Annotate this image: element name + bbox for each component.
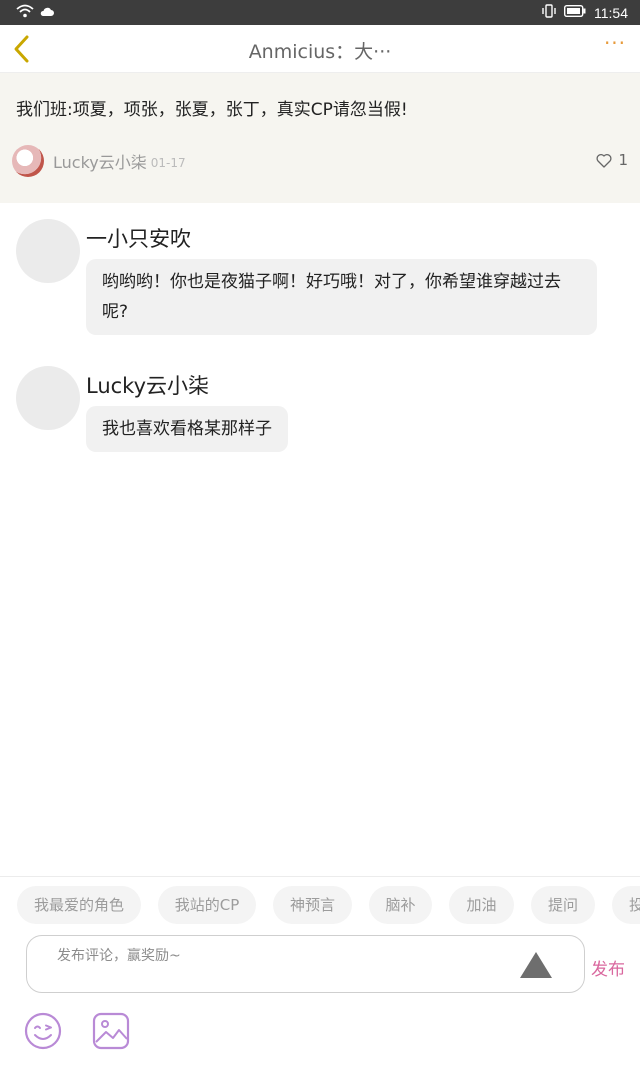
comment-author[interactable]: Lucky云小柒 [86,370,209,400]
comment-avatar[interactable] [16,219,80,283]
back-button[interactable] [8,34,38,64]
send-button[interactable]: 发布 [591,955,625,980]
tag-chip[interactable]: 提问 [531,886,595,924]
comment-item: Lucky云小柒 我也喜欢看格某那样子 [16,366,616,466]
comment-avatar[interactable] [16,366,80,430]
wifi-icon [16,4,34,22]
status-time: 11:54 [594,5,628,21]
avatar[interactable] [12,145,44,177]
cloud-icon [40,5,54,21]
vibrate-icon [542,4,556,22]
image-icon [92,1012,130,1050]
comment-bubble[interactable]: 我也喜欢看格某那样子 [86,406,288,452]
tag-chip[interactable]: 我站的CP [158,886,256,924]
post-date: 01-17 [150,155,186,170]
comment-input-box [26,935,585,993]
battery-icon [563,4,586,21]
comment-input[interactable] [57,944,527,968]
tag-chip[interactable]: 神预言 [273,886,352,924]
tag-chip[interactable]: 投 [612,886,640,924]
more-button[interactable]: ··· [600,33,630,63]
heart-icon [596,153,612,168]
tag-chip[interactable]: 加油 [449,886,514,924]
like-button[interactable]: 1 [596,151,628,169]
emoji-button[interactable] [24,1012,62,1050]
page-title: Anmicius：大··· [248,41,392,63]
tag-chip[interactable]: 我最爱的角色 [17,886,141,924]
quick-tags: 我最爱的角色 我站的CP 神预言 脑补 加油 提问 投 [0,876,640,934]
post-author[interactable]: Lucky云小柒 01-17 [12,145,186,177]
comment-author[interactable]: 一小只安吹 [86,223,191,253]
tag-chip[interactable]: 脑补 [369,886,432,924]
nav-bar: Anmicius：大··· ··· [0,25,640,73]
status-bar: 11:54 [0,0,640,25]
comment-bubble[interactable]: 哟哟哟！你也是夜猫子啊！好巧哦！对了，你希望谁穿越过去呢? [86,259,597,335]
emoji-icon [24,1012,62,1050]
author-name[interactable]: Lucky云小柒 [53,149,147,173]
scroll-up-icon[interactable] [520,952,552,978]
image-button[interactable] [92,1012,130,1050]
comment-item: 一小只安吹 哟哟哟！你也是夜猫子啊！好巧哦！对了，你希望谁穿越过去呢? [16,219,616,349]
back-arrow-icon [14,35,29,63]
like-count: 1 [618,151,628,169]
post-text: 我们班:项夏，项张，张夏，张丁，真实CP请忽当假! [16,100,408,120]
post-card: 我们班:项夏，项张，张夏，张丁，真实CP请忽当假! Lucky云小柒 01-17… [0,73,640,203]
